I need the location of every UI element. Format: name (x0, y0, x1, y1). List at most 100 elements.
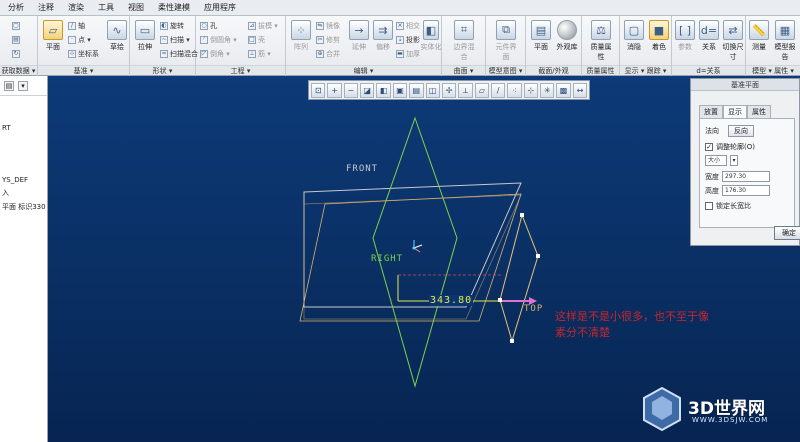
shell-button[interactable]: □ 壳 (248, 35, 265, 45)
sketch-button[interactable]: ∿ 草绘 (104, 20, 130, 52)
tree-item-plane[interactable]: 平面 标识330 (2, 202, 46, 212)
group-label-engineering: 工程 ▾ (196, 65, 285, 75)
tab-annotate[interactable]: 注释 (38, 2, 54, 13)
hidden-line-icon: ▢ (624, 20, 644, 40)
round-button[interactable]: ◜ 倒圆角 ▾ (200, 35, 237, 45)
copy-icon[interactable]: ▢ (12, 22, 20, 30)
group-edit: ⁘ 阵列 ⇋ 镜像 ✂ 修剪 ⊕ 合并 → 延伸 ⇉ 偏移 ⨯ 相交 ⇣ 投影 ▬ 加厚 ◧… (286, 16, 442, 76)
selected-plane-preview (499, 213, 539, 343)
revolve-icon: ◐ (160, 22, 168, 30)
tree-item-csys[interactable]: YS_DEF (2, 176, 28, 184)
height-input[interactable]: 176.30 (722, 185, 770, 196)
model-report-button[interactable]: ▦ 模型报告 (772, 20, 798, 62)
lock-ratio-checkbox[interactable] (705, 202, 713, 210)
group-engineering: ○ 孔 ◜ 倒圆角 ▾ ◸ 倒角 ▾ ⊿ 拔模 ▾ □ 壳 ⊥ 筋 ▾ 工程 ▾ (196, 16, 286, 76)
adjust-outline-label: 调整轮廓(O) (716, 143, 755, 151)
section-plane-button[interactable]: ▤ 平面 (528, 20, 554, 52)
tab-applications[interactable]: 应用程序 (204, 2, 236, 13)
mirror-button[interactable]: ⇋ 镜像 (316, 21, 340, 31)
plane-button[interactable]: ▱ 平面 (40, 20, 66, 52)
boundary-blend-button[interactable]: ⌗ 边界混合 (451, 20, 477, 62)
datum-plane-dialog: 基准平面 放置 显示 属性 法向 反向 ✓ 调整轮廓(O) 大小 ▾ 宽度 29… (690, 78, 800, 246)
hole-button[interactable]: ○ 孔 (200, 21, 217, 31)
tree-settings-icon[interactable]: ▤ (4, 80, 14, 91)
plane-icon: ▱ (43, 20, 63, 40)
shell-icon: □ (248, 36, 256, 44)
rib-icon: ⊥ (248, 50, 256, 58)
tab-analysis[interactable]: 分析 (8, 2, 24, 13)
size-select[interactable]: 大小 (705, 155, 727, 166)
pattern-icon: ⁘ (291, 20, 311, 40)
revolve-button[interactable]: ◐ 旋转 (160, 21, 184, 31)
group-mass: ⚖ 质量属性 质量属性 (582, 16, 620, 76)
extend-button[interactable]: → 延伸 (346, 20, 372, 52)
adjust-outline-checkbox[interactable]: ✓ (705, 143, 713, 151)
width-label: 宽度 (705, 172, 719, 181)
draft-icon: ⊿ (248, 22, 256, 30)
parameters-button[interactable]: [ ] 参数 (672, 20, 698, 52)
tab-placement[interactable]: 放置 (699, 105, 723, 118)
point-icon: · (68, 36, 76, 44)
intersect-icon: ⨯ (396, 22, 404, 30)
sweep-button[interactable]: ~ 扫描 ▾ (160, 35, 190, 45)
extend-icon: → (349, 20, 369, 40)
relations-button[interactable]: d= 关系 (696, 20, 722, 52)
paste-icon[interactable]: ▤ (12, 36, 20, 44)
height-label: 高度 (705, 186, 719, 195)
width-input[interactable]: 297.30 (722, 171, 770, 182)
tab-display[interactable]: 显示 (723, 105, 747, 118)
graphics-viewport[interactable]: ⊡ + − ◪ ◧ ▣ ▤ ◫ ✢ ⟂ ▱ / ⁖ ⊹ ✳ ▩ ↔ FRONT … (48, 76, 800, 442)
offset-button[interactable]: ⇉ 偏移 (370, 20, 396, 52)
csys-icon: ⊹ (68, 50, 76, 58)
tab-view[interactable]: 视图 (128, 2, 144, 13)
solidify-button[interactable]: ◧ 实体化 (420, 20, 442, 52)
hidden-line-button[interactable]: ▢ 消隐 (621, 20, 647, 52)
tab-flexible-modeling[interactable]: 柔性建模 (158, 2, 190, 13)
height-row: 高度 176.30 (705, 185, 770, 196)
pattern-button[interactable]: ⁘ 阵列 (288, 20, 314, 52)
ok-button[interactable]: 确定 (774, 226, 800, 240)
tab-tools[interactable]: 工具 (98, 2, 114, 13)
tree-item-part[interactable]: RT (2, 124, 11, 132)
solidify-icon: ◧ (423, 20, 439, 40)
measure-icon: 📏 (749, 20, 769, 40)
intersect-button[interactable]: ⨯ 相交 (396, 21, 420, 31)
swept-blend-button[interactable]: ≈ 扫描混合 (160, 49, 198, 59)
thicken-icon: ▬ (396, 50, 404, 58)
measure-button[interactable]: 📏 测量 (746, 20, 772, 52)
merge-button[interactable]: ⊕ 合并 (316, 49, 340, 59)
tree-filter-icon[interactable]: ▾ (18, 80, 28, 91)
lock-ratio-label: 锁定长宽比 (716, 202, 751, 210)
project-button[interactable]: ⇣ 投影 (396, 35, 420, 45)
dimension-value[interactable]: 343.80 (429, 295, 474, 306)
size-dropdown-icon[interactable]: ▾ (730, 155, 738, 166)
component-interface-button[interactable]: ⧉ 元件界面 (493, 20, 519, 62)
mass-properties-button[interactable]: ⚖ 质量属性 (588, 20, 614, 62)
csys-button[interactable]: ⊹ 坐标系 (68, 49, 99, 59)
project-icon: ⇣ (396, 36, 404, 44)
regenerate-icon[interactable]: ↻ (12, 50, 20, 58)
chamfer-button[interactable]: ◸ 倒角 ▾ (200, 49, 230, 59)
adjust-outline-row: ✓ 调整轮廓(O) (705, 142, 755, 152)
flip-button[interactable]: 反向 (728, 125, 754, 137)
tree-item-insert[interactable]: 入 (2, 188, 9, 198)
axis-button[interactable]: / 轴 (68, 21, 85, 31)
shaded-icon: ■ (649, 20, 669, 40)
tab-render[interactable]: 渲染 (68, 2, 84, 13)
draft-button[interactable]: ⊿ 拔模 ▾ (248, 21, 278, 31)
point-button[interactable]: · 点 ▾ (68, 35, 91, 45)
lock-ratio-row: 锁定长宽比 (705, 201, 751, 211)
trim-button[interactable]: ✂ 修剪 (316, 35, 340, 45)
group-label-datum: 基准 ▾ (38, 65, 129, 75)
thicken-button[interactable]: ▬ 加厚 (396, 49, 420, 59)
watermark-url: WWW.3DSJW.COM (692, 416, 769, 424)
hole-icon: ○ (200, 22, 208, 30)
shaded-button[interactable]: ■ 着色 (646, 20, 672, 52)
extrude-button[interactable]: ▭ 拉伸 (132, 20, 158, 52)
appearance-gallery-button[interactable]: 外观库 (554, 20, 580, 52)
rib-button[interactable]: ⊥ 筋 ▾ (248, 49, 271, 59)
offset-icon: ⇉ (373, 20, 393, 40)
sweep-icon: ~ (160, 36, 168, 44)
tab-properties[interactable]: 属性 (747, 105, 771, 118)
switch-dimensions-button[interactable]: ⇄ 切换尺寸 (720, 20, 746, 62)
